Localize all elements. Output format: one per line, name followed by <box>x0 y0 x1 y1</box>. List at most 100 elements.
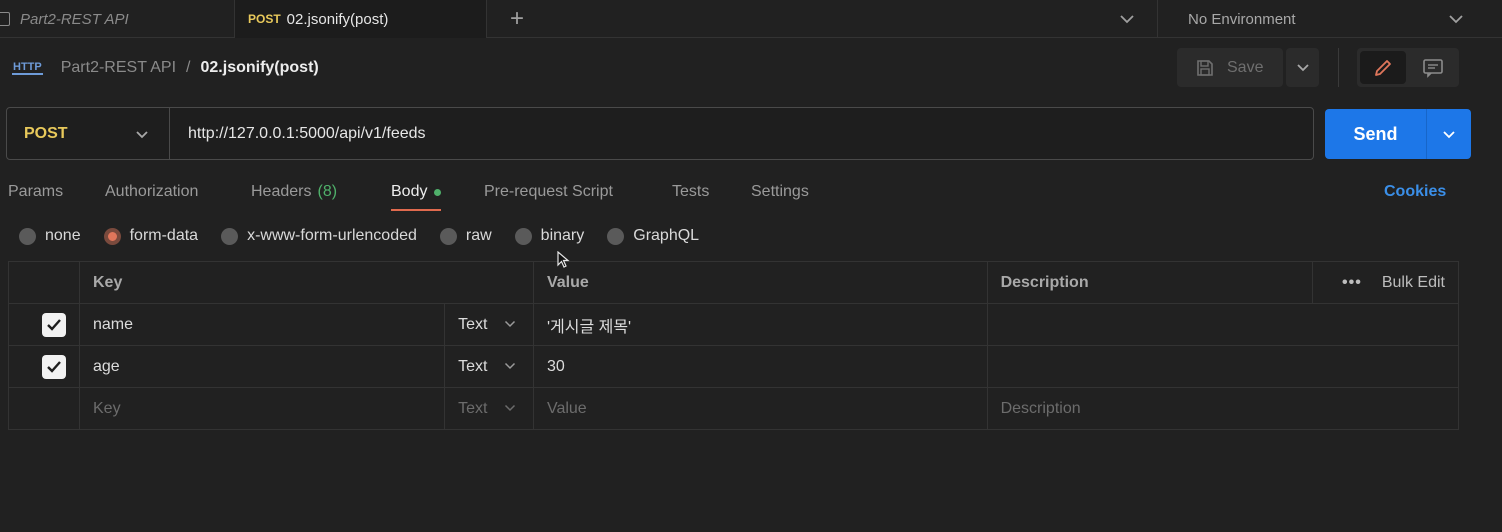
environment-selector[interactable]: No Environment <box>1157 0 1502 38</box>
request-tabs: Params Authorization Headers (8) Body Pr… <box>0 176 1502 212</box>
bulk-edit-link[interactable]: Bulk Edit <box>1382 274 1445 292</box>
key-placeholder-cell[interactable]: Key <box>78 387 446 430</box>
radio-circle <box>607 227 625 245</box>
save-icon <box>1197 59 1213 76</box>
description-cell[interactable] <box>986 345 1460 388</box>
tab-body-label: Body <box>391 183 428 200</box>
type-label: Text <box>458 357 488 375</box>
save-label: Save <box>1227 58 1264 76</box>
tab-list-chevron-down-icon[interactable] <box>1110 0 1144 38</box>
radio-none-label: none <box>45 227 81 244</box>
edit-pencil-icon[interactable] <box>1360 51 1406 84</box>
comment-icon[interactable] <box>1409 51 1456 84</box>
radio-form-data-label: form-data <box>129 227 199 244</box>
row-checkbox-cell <box>8 303 80 346</box>
tab-active-request[interactable]: POST 02.jsonify(post) <box>235 0 487 38</box>
tab-prerequest-script[interactable]: Pre-request Script <box>484 176 613 208</box>
header-actions: ••• Bulk Edit <box>1312 261 1459 304</box>
type-select[interactable]: Text <box>444 387 534 430</box>
radio-x-www-form-urlencoded[interactable]: x-www-form-urlencoded <box>221 227 417 245</box>
radio-graphql[interactable]: GraphQL <box>607 227 699 245</box>
row-checkbox-cell <box>8 387 80 430</box>
chevron-down-icon <box>135 126 149 144</box>
view-mode-toggle <box>1357 48 1459 87</box>
radio-circle <box>439 227 457 245</box>
key-cell[interactable]: age <box>78 345 446 388</box>
header-value: Value <box>532 261 988 304</box>
tab-tests[interactable]: Tests <box>672 176 709 208</box>
radio-graphql-label: GraphQL <box>633 227 700 244</box>
radio-urlencoded-label: x-www-form-urlencoded <box>247 227 417 244</box>
table-row-new: Key Text Value Description <box>8 387 1460 430</box>
tab-method-badge: POST <box>248 12 281 26</box>
method-select[interactable]: POST <box>7 108 170 159</box>
mouse-cursor-icon <box>557 250 571 274</box>
chevron-down-icon <box>504 405 515 412</box>
header-key: Key <box>79 261 534 304</box>
radio-circle <box>19 227 36 245</box>
row-checkbox-checked[interactable] <box>42 354 66 379</box>
toolbar-divider <box>1338 48 1339 87</box>
value-cell[interactable]: '게시글 제목' <box>532 303 988 346</box>
type-label: Text <box>458 315 488 333</box>
header-description: Description <box>986 261 1314 304</box>
send-button[interactable]: Send <box>1325 109 1426 159</box>
folder-icon <box>0 12 10 26</box>
request-tab-bar: Part2-REST API POST 02.jsonify(post) + N… <box>0 0 1502 38</box>
radio-none[interactable]: none <box>19 227 81 245</box>
radio-raw-label: raw <box>465 227 492 244</box>
tab-collection[interactable]: Part2-REST API <box>0 0 235 38</box>
send-options-chevron-down-icon[interactable] <box>1426 109 1471 159</box>
tab-active-label: 02.jsonify(post) <box>286 10 389 28</box>
cookies-link[interactable]: Cookies <box>1384 176 1446 208</box>
tab-body[interactable]: Body <box>391 176 442 211</box>
breadcrumb-collection[interactable]: Part2-REST API <box>61 59 176 77</box>
body-type-radio-group: none form-data x-www-form-urlencoded raw… <box>19 224 722 248</box>
key-cell[interactable]: name <box>78 303 446 346</box>
table-row: age Text 30 <box>8 345 1460 388</box>
chevron-down-icon <box>504 321 515 328</box>
breadcrumb-separator: / <box>186 59 191 76</box>
type-select[interactable]: Text <box>444 303 534 346</box>
description-placeholder-cell[interactable]: Description <box>986 387 1460 430</box>
environment-label: No Environment <box>1188 10 1296 28</box>
value-placeholder-cell[interactable]: Value <box>532 387 988 430</box>
method-label: POST <box>24 124 68 142</box>
chevron-down-icon <box>504 363 515 370</box>
tab-headers-label: Headers <box>251 183 312 200</box>
description-cell[interactable] <box>986 303 1460 346</box>
breadcrumb: HTTP Part2-REST API / 02.jsonify(post) <box>12 54 319 82</box>
tab-params[interactable]: Params <box>8 176 63 208</box>
type-select[interactable]: Text <box>444 345 534 388</box>
body-indicator-dot <box>434 188 442 196</box>
tab-headers[interactable]: Headers (8) <box>251 176 337 208</box>
chevron-down-icon <box>1448 11 1464 28</box>
http-icon: HTTP <box>12 61 43 75</box>
radio-form-data[interactable]: form-data <box>103 227 199 245</box>
save-button[interactable]: Save <box>1177 48 1283 87</box>
radio-binary[interactable]: binary <box>514 227 585 245</box>
more-options-icon[interactable]: ••• <box>1342 274 1362 292</box>
row-checkbox-checked[interactable] <box>42 312 66 337</box>
value-cell[interactable]: 30 <box>532 345 988 388</box>
table-row: name Text '게시글 제목' <box>8 303 1460 346</box>
headers-count-badge: (8) <box>317 183 338 200</box>
type-label: Text <box>458 399 488 417</box>
breadcrumb-request-name[interactable]: 02.jsonify(post) <box>201 59 319 77</box>
tab-collection-label: Part2-REST API <box>20 10 129 28</box>
tab-authorization[interactable]: Authorization <box>105 176 198 208</box>
form-data-table: Key Value Description ••• Bulk Edit name… <box>8 261 1460 430</box>
radio-binary-label: binary <box>540 227 585 244</box>
tab-settings[interactable]: Settings <box>751 176 809 208</box>
table-header-row: Key Value Description ••• Bulk Edit <box>8 261 1459 304</box>
radio-circle <box>221 227 239 245</box>
header-checkbox-cell <box>8 261 80 304</box>
request-url-bar: POST <box>6 107 1314 160</box>
new-tab-plus-icon[interactable]: + <box>500 0 534 38</box>
save-options-chevron-down-icon[interactable] <box>1286 48 1319 87</box>
url-input[interactable] <box>188 108 1288 159</box>
row-checkbox-cell <box>8 345 80 388</box>
radio-circle <box>514 227 532 245</box>
radio-circle-selected <box>103 227 121 245</box>
radio-raw[interactable]: raw <box>439 227 492 245</box>
